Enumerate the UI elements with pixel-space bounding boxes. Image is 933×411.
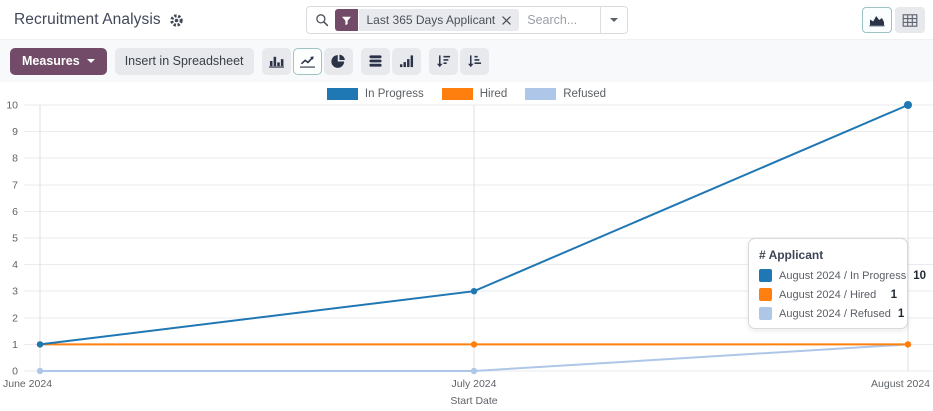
tooltip-swatch bbox=[759, 269, 772, 282]
stacked-button[interactable] bbox=[361, 48, 390, 75]
legend-swatch bbox=[525, 88, 556, 100]
sort-descending-button[interactable] bbox=[429, 48, 458, 75]
data-point[interactable] bbox=[471, 341, 477, 347]
line-chart-icon bbox=[300, 54, 315, 68]
tooltip-label: August 2024 / In Progress bbox=[779, 270, 906, 282]
cumulative-button[interactable] bbox=[392, 48, 421, 75]
legend-swatch bbox=[442, 88, 473, 100]
search-facet[interactable]: Last 365 Days Applicant bbox=[335, 9, 520, 31]
y-tick-label: 1 bbox=[12, 339, 18, 351]
chart-tooltip: # Applicant August 2024 / In Progress10A… bbox=[748, 238, 908, 329]
data-point[interactable] bbox=[37, 368, 43, 374]
tooltip-row: August 2024 / In Progress10 bbox=[759, 269, 897, 282]
measures-button[interactable]: Measures bbox=[10, 48, 107, 75]
tooltip-swatch bbox=[759, 288, 772, 301]
tooltip-rows: August 2024 / In Progress10 August 2024 /… bbox=[759, 269, 897, 320]
facet-label: Last 365 Days Applicant bbox=[367, 13, 496, 27]
legend-item[interactable]: In Progress bbox=[327, 88, 424, 100]
y-tick-label: 5 bbox=[12, 233, 18, 245]
ascending-bars-icon bbox=[399, 54, 414, 68]
data-point[interactable] bbox=[471, 368, 477, 374]
chart-mode-group bbox=[361, 48, 421, 75]
y-tick-label: 10 bbox=[6, 100, 18, 112]
chart-type-group bbox=[262, 48, 353, 75]
control-panel: Recruitment Analysis bbox=[0, 0, 933, 40]
chart-legend: In Progress Hired Refused bbox=[0, 88, 933, 100]
data-point[interactable] bbox=[37, 341, 43, 347]
legend-swatch bbox=[327, 88, 358, 100]
insert-in-spreadsheet-button[interactable]: Insert in Spreadsheet bbox=[115, 48, 254, 75]
filter-funnel-icon bbox=[335, 9, 358, 31]
sort-ascending-button[interactable] bbox=[460, 48, 489, 75]
facet-body: Last 365 Days Applicant bbox=[359, 9, 520, 31]
caret-down-icon bbox=[610, 18, 618, 22]
legend-item[interactable]: Refused bbox=[525, 88, 606, 100]
x-tick-label: June 2024 bbox=[3, 378, 52, 390]
y-tick-label: 3 bbox=[12, 286, 18, 298]
data-point[interactable] bbox=[471, 288, 477, 294]
bar-chart-icon bbox=[269, 54, 284, 68]
search-input[interactable] bbox=[519, 13, 599, 27]
legend-item[interactable]: Hired bbox=[442, 88, 507, 100]
x-axis-title: Start Date bbox=[450, 395, 497, 407]
recruitment-analysis-app: Recruitment Analysis bbox=[0, 0, 933, 411]
caret-down-icon bbox=[87, 59, 95, 63]
legend-label: Hired bbox=[480, 88, 507, 100]
search-dropdown-toggle[interactable] bbox=[600, 7, 627, 33]
y-tick-label: 2 bbox=[12, 312, 18, 324]
view-switcher bbox=[862, 7, 925, 33]
pie-chart-icon bbox=[331, 54, 346, 69]
stacked-icon bbox=[368, 54, 383, 68]
legend-label: Refused bbox=[563, 88, 606, 100]
tooltip-value: 1 bbox=[891, 289, 897, 301]
bar-chart-button[interactable] bbox=[262, 48, 291, 75]
y-tick-label: 6 bbox=[12, 206, 18, 218]
y-tick-label: 9 bbox=[12, 126, 18, 138]
sort-amount-asc-icon bbox=[467, 54, 482, 68]
graph-view-button[interactable] bbox=[862, 7, 892, 33]
y-tick-label: 0 bbox=[12, 366, 18, 378]
pivot-view-button[interactable] bbox=[895, 7, 925, 33]
tooltip-label: August 2024 / Refused bbox=[779, 308, 891, 320]
tooltip-value: 1 bbox=[898, 308, 904, 320]
search-bar: Last 365 Days Applicant bbox=[306, 6, 628, 34]
sort-amount-desc-icon bbox=[436, 54, 451, 68]
graph-toolbar: Measures Insert in Spreadsheet bbox=[0, 40, 933, 82]
tooltip-title: # Applicant bbox=[759, 248, 897, 262]
measures-label: Measures bbox=[22, 54, 80, 68]
legend-label: In Progress bbox=[365, 88, 424, 100]
data-point[interactable] bbox=[905, 341, 911, 347]
y-tick-label: 4 bbox=[12, 259, 18, 271]
pivot-table-icon bbox=[902, 13, 918, 28]
breadcrumb: Recruitment Analysis bbox=[14, 0, 184, 40]
tooltip-row: August 2024 / Refused1 bbox=[759, 307, 897, 320]
tooltip-swatch bbox=[759, 307, 772, 320]
x-tick-label: August 2024 bbox=[871, 378, 930, 390]
facet-remove-icon[interactable] bbox=[502, 16, 511, 25]
line-chart-button[interactable] bbox=[293, 48, 322, 75]
data-point[interactable] bbox=[904, 101, 912, 109]
tooltip-label: August 2024 / Hired bbox=[779, 289, 884, 301]
search-icon bbox=[315, 13, 329, 27]
y-tick-label: 8 bbox=[12, 153, 18, 165]
y-tick-label: 7 bbox=[12, 179, 18, 191]
tooltip-row: August 2024 / Hired 1 bbox=[759, 288, 897, 301]
pie-chart-button[interactable] bbox=[324, 48, 353, 75]
page-title: Recruitment Analysis bbox=[14, 11, 161, 29]
gear-icon[interactable] bbox=[169, 13, 184, 28]
tooltip-value: 10 bbox=[913, 270, 926, 282]
x-tick-label: July 2024 bbox=[452, 378, 497, 390]
chart-area: In Progress Hired Refused 0 1 2 3 4 5 6 7 8 9 10 June… bbox=[0, 82, 933, 411]
area-chart-icon bbox=[869, 13, 885, 27]
sort-group bbox=[429, 48, 489, 75]
